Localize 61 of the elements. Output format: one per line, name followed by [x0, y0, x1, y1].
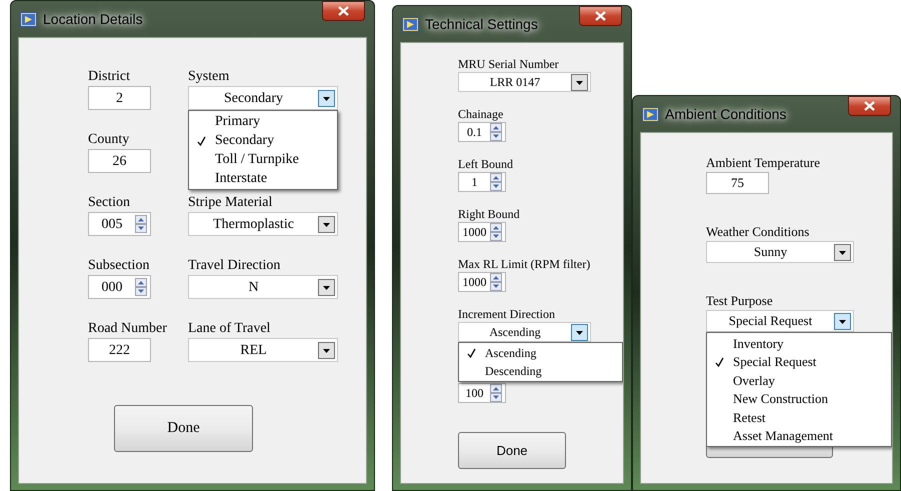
- spinner-field[interactable]: 1: [458, 172, 506, 192]
- spinner-arrows-icon[interactable]: [490, 384, 502, 402]
- close-button[interactable]: [579, 6, 622, 26]
- spinner-arrows-icon[interactable]: [490, 173, 502, 191]
- close-icon: [864, 101, 875, 111]
- spinner-arrows-icon[interactable]: [135, 215, 147, 233]
- text-field[interactable]: 75: [706, 172, 769, 194]
- spinner-arrows-icon[interactable]: [490, 273, 502, 291]
- window-title: Location Details: [43, 10, 143, 28]
- done-button[interactable]: Done: [114, 405, 253, 452]
- field-label: County: [88, 131, 130, 149]
- dropdown-field[interactable]: Secondary: [188, 86, 338, 110]
- dropdown-field[interactable]: Sunny: [706, 241, 854, 263]
- field-label: Test Purpose: [706, 292, 774, 310]
- spinner-field[interactable]: 1000: [458, 222, 506, 242]
- app-icon: [642, 106, 659, 122]
- spinner-field[interactable]: 0.1: [458, 122, 506, 142]
- dropdown-field[interactable]: Ascending: [458, 322, 591, 342]
- text-field[interactable]: 2: [88, 86, 151, 110]
- spinner-field[interactable]: 005: [88, 212, 151, 236]
- checkmark-icon: [467, 348, 476, 358]
- field-label: System: [188, 68, 230, 86]
- close-button[interactable]: [322, 1, 365, 21]
- text-field[interactable]: 222: [88, 338, 151, 362]
- text-field[interactable]: 26: [88, 149, 151, 173]
- spinner-field[interactable]: 1000: [458, 272, 506, 292]
- field-label: Subsection: [88, 257, 150, 275]
- close-icon: [338, 6, 349, 16]
- spinner-arrows-icon[interactable]: [490, 123, 502, 141]
- field-label: MRU Serial Number: [458, 56, 560, 72]
- field-label: Road Number: [88, 320, 168, 338]
- checkmark-icon: [715, 356, 724, 367]
- field-label: Chainage: [458, 106, 504, 122]
- dropdown-field[interactable]: REL: [188, 338, 338, 362]
- spinner-field[interactable]: 000: [88, 275, 151, 299]
- dropdown-field[interactable]: LRR 0147: [458, 72, 591, 92]
- spinner-arrows-icon[interactable]: [135, 278, 147, 296]
- field-label: Right Bound: [458, 206, 521, 222]
- done-button[interactable]: Done: [458, 432, 566, 469]
- window-title: Ambient Conditions: [665, 104, 786, 124]
- field-label: Ambient Temperature: [706, 154, 822, 172]
- dropdown-field[interactable]: N: [188, 275, 338, 299]
- field-label: Weather Conditions: [706, 223, 810, 241]
- close-button[interactable]: [848, 96, 891, 116]
- field-label: District: [88, 68, 131, 86]
- window-title: Technical Settings: [425, 14, 538, 34]
- field-label: Left Bound: [458, 156, 514, 172]
- dropdown-field[interactable]: Thermoplastic: [188, 212, 338, 236]
- field-label: Increment Direction: [458, 306, 556, 322]
- field-label: Section: [88, 194, 131, 212]
- field-label: Stripe Material: [188, 194, 274, 212]
- field-label: Max RL Limit (RPM filter): [458, 256, 592, 272]
- checkmark-icon: [197, 136, 206, 146]
- close-icon: [595, 11, 606, 21]
- dropdown-field[interactable]: Special Request: [706, 310, 854, 332]
- field-label: Travel Direction: [188, 257, 282, 275]
- app-icon: [402, 16, 419, 32]
- field-label: Lane of Travel: [188, 320, 272, 338]
- app-icon: [20, 12, 37, 26]
- spinner-field[interactable]: 100: [458, 383, 506, 403]
- spinner-arrows-icon[interactable]: [490, 223, 502, 241]
